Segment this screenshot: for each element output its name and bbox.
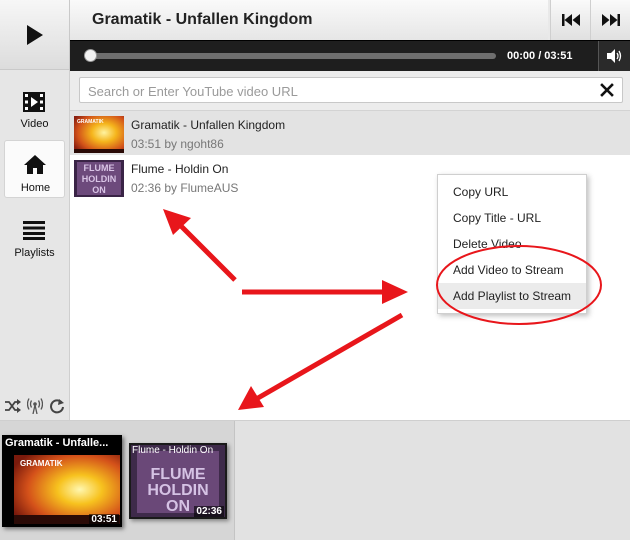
seek-handle[interactable] <box>84 49 97 62</box>
previous-button[interactable] <box>550 0 590 40</box>
menu-item-label: Copy Title - URL <box>453 211 542 225</box>
list-item-meta: 03:51 by ngoht86 <box>131 137 224 151</box>
clear-search-icon[interactable] <box>600 83 614 97</box>
volume-icon <box>607 49 622 63</box>
nav-playlists[interactable]: Playlists <box>4 210 65 268</box>
stream-thumb-line-1: FLUME <box>150 466 205 483</box>
shuffle-icon[interactable] <box>5 398 21 414</box>
now-playing-title: Gramatik - Unfallen Kingdom <box>92 11 313 28</box>
video-thumbnail-flume: FLUME HOLDIN ON <box>74 160 124 197</box>
search-box <box>79 77 623 103</box>
context-menu: Copy URL Copy Title - URL Delete Video A… <box>437 174 587 314</box>
next-button[interactable] <box>590 0 630 40</box>
stream-thumb-brand-text: GRAMATIK <box>20 459 63 468</box>
now-playing-header: Gramatik - Unfallen Kingdom <box>70 0 548 40</box>
nav-home-label: Home <box>20 182 51 194</box>
play-button[interactable] <box>0 0 70 70</box>
stream-bar: GRAMATIK Gramatik - Unfalle... 03:51 FLU… <box>0 420 630 540</box>
list-item-meta: 02:36 by FlumeAUS <box>131 181 239 195</box>
list-item-title: Flume - Holdin On <box>131 162 229 176</box>
broadcast-icon[interactable] <box>27 398 43 414</box>
time-readout: 00:00 / 03:51 <box>507 50 573 62</box>
repeat-icon[interactable] <box>49 398 65 414</box>
list-item[interactable]: GRAMATIK Gramatik - Unfallen Kingdom 03:… <box>70 111 630 155</box>
search-input[interactable] <box>86 81 590 101</box>
stream-panel: GRAMATIK Gramatik - Unfalle... 03:51 FLU… <box>0 421 235 540</box>
nav-home[interactable]: Home <box>4 140 65 198</box>
stream-thumb-line-2: HOLDIN <box>147 482 208 499</box>
skip-forward-icon <box>602 14 620 26</box>
home-icon <box>24 155 46 174</box>
stream-item-active[interactable]: GRAMATIK Gramatik - Unfalle... 03:51 <box>2 435 122 527</box>
stream-item-title: Gramatik - Unfalle... <box>5 437 109 449</box>
menu-item-add-video-to-stream[interactable]: Add Video to Stream <box>438 257 586 283</box>
nav-video-label: Video <box>20 118 49 130</box>
menu-item-copy-url[interactable]: Copy URL <box>438 179 586 205</box>
nav-playlists-label: Playlists <box>14 247 55 259</box>
skip-back-icon <box>562 14 580 26</box>
menu-item-copy-title-url[interactable]: Copy Title - URL <box>438 205 586 231</box>
sidebar: Video Home Playlists <box>0 70 70 420</box>
thumb-line-3: ON <box>92 185 106 195</box>
menu-item-delete-video[interactable]: Delete Video <box>438 231 586 257</box>
play-icon <box>27 25 43 45</box>
stream-item[interactable]: FLUME HOLDIN ON Flume - Holdin On 02:36 <box>129 443 227 519</box>
list-item-title: Gramatik - Unfallen Kingdom <box>131 118 286 132</box>
volume-button[interactable] <box>598 41 630 71</box>
list-icon <box>23 221 45 240</box>
stream-item-title: Flume - Holdin On <box>132 445 214 456</box>
stream-item-duration: 02:36 <box>194 506 224 517</box>
stream-item-duration: 03:51 <box>89 514 119 525</box>
menu-item-label: Add Playlist to Stream <box>453 289 572 303</box>
menu-item-label: Add Video to Stream <box>453 263 564 277</box>
search-bar <box>70 71 630 111</box>
menu-item-label: Delete Video <box>453 237 522 251</box>
thumb-line-1: FLUME <box>84 163 115 173</box>
thumb-brand-text: GRAMATIK <box>77 119 104 125</box>
nav-video[interactable]: Video <box>4 82 65 140</box>
seek-track[interactable] <box>84 49 496 62</box>
playback-bar: 00:00 / 03:51 <box>70 40 630 71</box>
menu-item-add-playlist-to-stream[interactable]: Add Playlist to Stream <box>438 283 586 309</box>
thumb-line-2: HOLDIN <box>82 174 117 184</box>
video-thumbnail-gramatik: GRAMATIK <box>74 116 124 153</box>
menu-item-label: Copy URL <box>453 185 509 199</box>
stream-thumb-line-3: ON <box>166 498 190 515</box>
film-icon <box>23 92 45 112</box>
